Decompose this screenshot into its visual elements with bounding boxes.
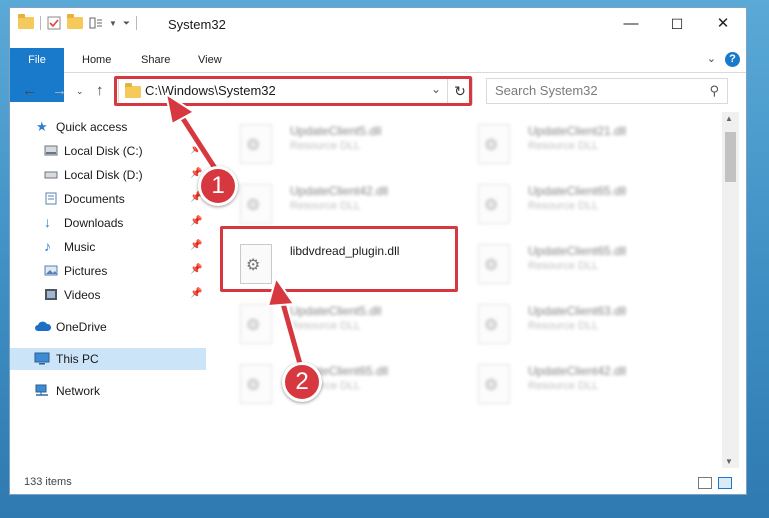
callout-badge-2: 2 [282,362,322,402]
arrow-1-head [164,91,196,126]
arrow-2-shaft [279,297,303,367]
annotation-arrows [164,91,305,369]
callout-badge-1: 1 [198,166,238,206]
arrow-2-head [266,275,296,308]
